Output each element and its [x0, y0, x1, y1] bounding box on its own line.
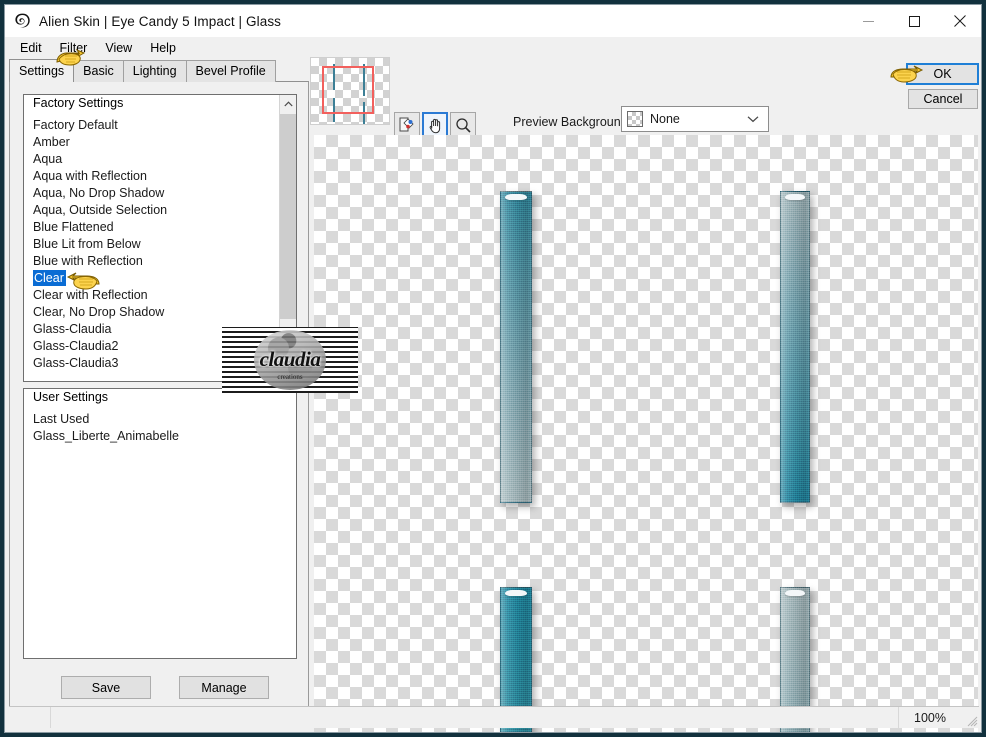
list-item-aqua[interactable]: Aqua [24, 151, 296, 168]
tube-sheen [501, 191, 531, 503]
preview-background-value: None [650, 112, 680, 126]
close-icon[interactable] [937, 5, 981, 37]
menu-bar: Edit Filter View Help [5, 37, 981, 59]
tab-settings[interactable]: Settings [9, 59, 75, 82]
watermark-text: claudia [259, 347, 321, 371]
user-settings-list[interactable]: User Settings Last Used Glass_Liberte_An… [23, 388, 297, 659]
list-item-clear-selected[interactable]: Clear [24, 270, 296, 287]
settings-panel: Factory Settings Factory Default Amber A… [9, 81, 309, 713]
maximize-icon[interactable] [891, 5, 937, 37]
resize-grip-icon[interactable] [961, 707, 979, 728]
menu-item-help[interactable]: Help [141, 39, 185, 57]
list-item-clear-no-drop-shadow[interactable]: Clear, No Drop Shadow [24, 304, 296, 321]
list-group-factory-settings: Factory Settings [33, 96, 124, 110]
minimize-icon[interactable] [845, 5, 891, 37]
tube-highlight-cap [785, 194, 805, 200]
list-item-last-used[interactable]: Last Used [24, 411, 296, 428]
tube-highlight-cap [505, 590, 527, 596]
list-item-glass-liberte-animabelle[interactable]: Glass_Liberte_Animabelle [24, 428, 296, 445]
list-item-amber[interactable]: Amber [24, 134, 296, 151]
swirl-icon [13, 12, 31, 30]
user-list-items: User Settings Last Used Glass_Liberte_An… [24, 389, 296, 658]
chevron-down-icon[interactable] [747, 110, 759, 128]
ok-button[interactable]: OK [906, 63, 979, 85]
checker-swatch-icon [627, 111, 643, 127]
list-item-factory-default[interactable]: Factory Default [24, 117, 296, 134]
navigator-thumbnail[interactable] [310, 57, 390, 125]
zoom-level-indicator: 100% [914, 710, 946, 725]
list-item-clear-label: Clear [33, 270, 66, 286]
preview-background-label: Preview Background: [513, 115, 632, 129]
application-window: Alien Skin | Eye Candy 5 Impact | Glass … [0, 0, 986, 737]
manage-button[interactable]: Manage [179, 676, 269, 699]
preview-canvas[interactable] [314, 135, 978, 732]
glass-tube-top-left [500, 191, 532, 503]
tab-lighting[interactable]: Lighting [122, 60, 187, 82]
list-item-aqua-no-drop-shadow[interactable]: Aqua, No Drop Shadow [24, 185, 296, 202]
scrollbar-thumb[interactable] [280, 114, 296, 319]
menu-item-filter[interactable]: Filter [51, 39, 97, 57]
tube-highlight-cap [505, 194, 527, 200]
tube-highlight-cap [785, 590, 805, 596]
list-item-aqua-outside-selection[interactable]: Aqua, Outside Selection [24, 202, 296, 219]
window-controls [845, 5, 981, 37]
cancel-button[interactable]: Cancel [908, 89, 978, 109]
status-segment-middle [51, 707, 899, 728]
watermark-subtext: creations [277, 373, 303, 381]
glass-tube-top-right [780, 191, 810, 503]
navigator-viewport-rect[interactable] [322, 66, 374, 114]
tube-sheen [781, 191, 809, 503]
menu-item-view[interactable]: View [96, 39, 141, 57]
window-title: Alien Skin | Eye Candy 5 Impact | Glass [39, 13, 282, 29]
list-item-aqua-with-reflection[interactable]: Aqua with Reflection [24, 168, 296, 185]
window-client-area: Alien Skin | Eye Candy 5 Impact | Glass … [4, 4, 982, 733]
list-item-blue-with-reflection[interactable]: Blue with Reflection [24, 253, 296, 270]
chevron-up-icon[interactable] [280, 95, 296, 112]
tab-strip: Settings Basic Lighting Bevel Profile [9, 59, 276, 82]
tab-bevel-profile[interactable]: Bevel Profile [185, 60, 276, 82]
menu-item-edit[interactable]: Edit [11, 39, 51, 57]
title-bar: Alien Skin | Eye Candy 5 Impact | Glass [5, 5, 981, 37]
list-item-blue-lit-from-below[interactable]: Blue Lit from Below [24, 236, 296, 253]
status-segment-left [9, 707, 51, 728]
status-bar: 100% [9, 706, 979, 728]
list-item-clear-with-reflection[interactable]: Clear with Reflection [24, 287, 296, 304]
list-item-blue-flattened[interactable]: Blue Flattened [24, 219, 296, 236]
claudia-watermark: claudia creations [222, 327, 358, 393]
tab-basic[interactable]: Basic [73, 60, 124, 82]
preview-background-dropdown[interactable]: None [621, 106, 769, 132]
preview-region: Preview Background: None OK Cancel [310, 57, 979, 732]
save-button[interactable]: Save [61, 676, 151, 699]
